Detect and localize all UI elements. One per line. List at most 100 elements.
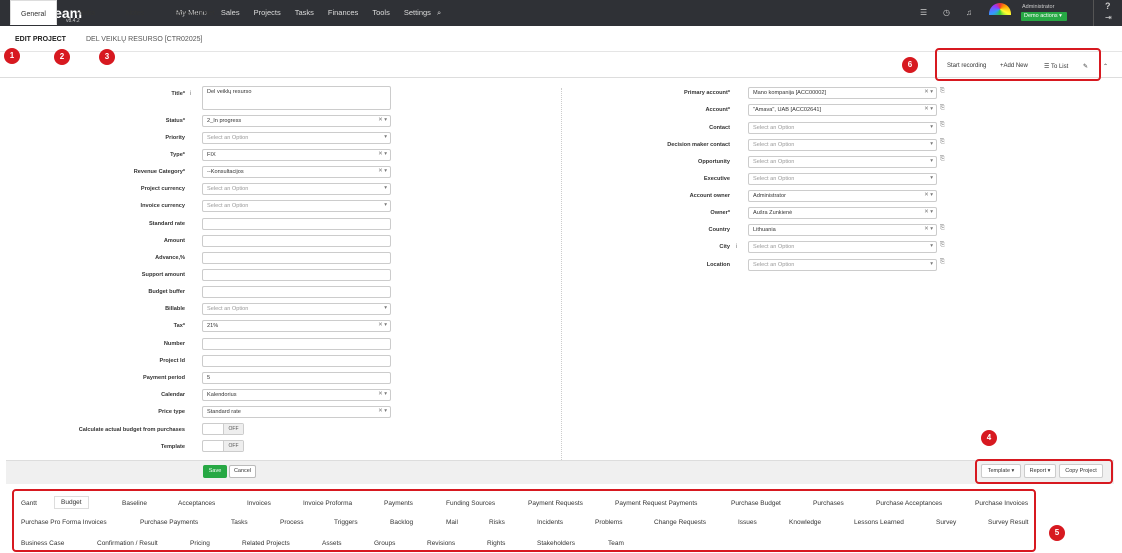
rel-tab-related-projects[interactable]: Related Projects xyxy=(242,540,290,547)
rel-tab-knowledge[interactable]: Knowledge xyxy=(789,519,821,526)
edit-icon[interactable]: ✎ xyxy=(1083,63,1088,70)
folder-icon[interactable]: ⎘ xyxy=(940,122,945,129)
tab-notes[interactable]: Notes xyxy=(126,0,144,25)
save-button[interactable]: Save xyxy=(203,465,227,478)
rel-tab-gantt[interactable]: Gantt xyxy=(21,500,37,507)
tab-media[interactable]: Media xyxy=(76,0,95,25)
decision-maker-select[interactable]: Select an Option ▾ xyxy=(748,139,937,151)
account-select[interactable]: "Amava", UAB [ACC02641] ✕ ▾ xyxy=(748,104,937,116)
type-select[interactable]: FIX ✕ ▾ xyxy=(202,149,391,161)
standard-rate-field[interactable] xyxy=(202,218,391,230)
city-select[interactable]: Select an Option ▾ xyxy=(748,241,937,253)
rel-tab-tasks[interactable]: Tasks xyxy=(231,519,248,526)
folder-icon[interactable]: ⎘ xyxy=(940,242,945,249)
rel-tab-team[interactable]: Team xyxy=(608,540,624,547)
cancel-button[interactable]: Cancel xyxy=(229,465,256,478)
rel-tab-payment-requests[interactable]: Payment Requests xyxy=(528,500,583,507)
rel-tab-payment-request-payments[interactable]: Payment Request Payments xyxy=(615,500,697,507)
folder-icon[interactable]: ⎘ xyxy=(940,88,945,95)
report-dropdown-button[interactable]: Report ▾ xyxy=(1024,464,1056,478)
tab-general[interactable]: General xyxy=(10,0,57,25)
rel-tab-acceptances[interactable]: Acceptances xyxy=(178,500,215,507)
account-owner-select[interactable]: Administrator ✕ ▾ xyxy=(748,190,937,202)
primary-account-select[interactable]: Mano kompanija [ACC00002] ✕ ▾ xyxy=(748,87,937,99)
rel-tab-purchase-pro-forma[interactable]: Purchase Pro Forma Invoices xyxy=(21,519,107,526)
rel-tab-business-case[interactable]: Business Case xyxy=(21,540,64,547)
clear-chevron-icon[interactable]: ✕ ▾ xyxy=(378,117,387,123)
rel-tab-lessons-learned[interactable]: Lessons Learned xyxy=(854,519,904,526)
budget-buffer-field[interactable] xyxy=(202,286,391,298)
rel-tab-revisions[interactable]: Revisions xyxy=(427,540,455,547)
folder-icon[interactable]: ⎘ xyxy=(940,259,945,266)
support-amount-field[interactable] xyxy=(202,269,391,281)
rel-tab-invoices[interactable]: Invoices xyxy=(247,500,271,507)
opportunity-select[interactable]: Select an Option ▾ xyxy=(748,156,937,168)
rel-tab-stakeholders[interactable]: Stakeholders xyxy=(537,540,575,547)
project-currency-select[interactable]: Select an Option ▾ xyxy=(202,183,391,195)
rel-tab-issues[interactable]: Issues xyxy=(738,519,757,526)
rel-tab-budget[interactable]: Budget xyxy=(54,496,89,509)
clear-chevron-icon[interactable]: ✕ ▾ xyxy=(378,391,387,397)
rel-tab-rights[interactable]: Rights xyxy=(487,540,505,547)
rel-tab-incidents[interactable]: Incidents xyxy=(537,519,563,526)
start-recording-button[interactable]: Start recording xyxy=(947,63,986,69)
rel-tab-funding-sources[interactable]: Funding Sources xyxy=(446,500,495,507)
clear-chevron-icon[interactable]: ✕ ▾ xyxy=(378,408,387,414)
nav-finances[interactable]: Finances xyxy=(328,8,358,18)
number-field[interactable] xyxy=(202,338,391,350)
folder-icon[interactable]: ⎘ xyxy=(940,105,945,112)
nav-sales[interactable]: Sales xyxy=(221,8,240,18)
rel-tab-baseline[interactable]: Baseline xyxy=(122,500,147,507)
rel-tab-change-requests[interactable]: Change Requests xyxy=(654,519,706,526)
location-select[interactable]: Select an Option ▾ xyxy=(748,259,937,271)
revenue-category-select[interactable]: --Konsultacijos ✕ ▾ xyxy=(202,166,391,178)
rel-tab-confirmation-result[interactable]: Confirmation / Result xyxy=(97,540,158,547)
clear-chevron-icon[interactable]: ✕ ▾ xyxy=(924,209,933,215)
add-new-button[interactable]: +Add New xyxy=(1000,63,1028,69)
title-field[interactable]: Del veiklų resurso xyxy=(202,86,391,110)
priority-select[interactable]: Select an Option ▾ xyxy=(202,132,391,144)
rel-tab-purchase-acceptances[interactable]: Purchase Acceptances xyxy=(876,500,942,507)
clear-chevron-icon[interactable]: ✕ ▾ xyxy=(924,106,933,112)
nav-tasks[interactable]: Tasks xyxy=(295,8,314,18)
rel-tab-groups[interactable]: Groups xyxy=(374,540,395,547)
tax-select[interactable]: 21% ✕ ▾ xyxy=(202,320,391,332)
folder-icon[interactable]: ⎘ xyxy=(940,225,945,232)
status-select[interactable]: 2_In progress ✕ ▾ xyxy=(202,115,391,127)
rel-tab-backlog[interactable]: Backlog xyxy=(390,519,413,526)
bell-icon[interactable]: ♫ xyxy=(966,8,972,17)
logout-icon[interactable]: ⇥ xyxy=(1105,13,1112,22)
clear-chevron-icon[interactable]: ✕ ▾ xyxy=(924,89,933,95)
rel-tab-invoice-proforma[interactable]: Invoice Proforma xyxy=(303,500,352,507)
rel-tab-purchase-invoices[interactable]: Purchase Invoices xyxy=(975,500,1028,507)
invoice-currency-select[interactable]: Select an Option ▾ xyxy=(202,200,391,212)
advance-field[interactable] xyxy=(202,252,391,264)
rel-tab-purchases[interactable]: Purchases xyxy=(813,500,844,507)
rel-tab-problems[interactable]: Problems xyxy=(595,519,622,526)
clock-icon[interactable]: ◷ xyxy=(943,8,950,17)
tab-spreadsheet[interactable]: Spreadsheet xyxy=(175,0,215,25)
clear-chevron-icon[interactable]: ✕ ▾ xyxy=(378,151,387,157)
template-dropdown-button[interactable]: Template ▾ xyxy=(981,464,1021,478)
template-toggle[interactable]: OFF xyxy=(202,440,244,452)
payment-period-field[interactable]: 5 xyxy=(202,372,391,384)
price-type-select[interactable]: Standard rate ✕ ▾ xyxy=(202,406,391,418)
calc-budget-toggle[interactable]: OFF xyxy=(202,423,244,435)
list-icon[interactable]: ☰ xyxy=(920,8,927,17)
demo-actions-button[interactable]: Demo actions ▾ xyxy=(1021,12,1067,21)
nav-tools[interactable]: Tools xyxy=(372,8,390,18)
help-icon[interactable]: ? xyxy=(1105,1,1111,11)
billable-select[interactable]: Select an Option ▾ xyxy=(202,303,391,315)
to-list-button[interactable]: ☰ To List xyxy=(1044,63,1068,70)
search-icon[interactable]: ⌕ xyxy=(437,8,441,18)
rel-tab-triggers[interactable]: Triggers xyxy=(334,519,358,526)
folder-icon[interactable]: ⎘ xyxy=(940,139,945,146)
folder-icon[interactable]: ⎘ xyxy=(940,156,945,163)
country-select[interactable]: Lithuania ✕ ▾ xyxy=(748,224,937,236)
rel-tab-purchase-payments[interactable]: Purchase Payments xyxy=(140,519,198,526)
nav-settings[interactable]: Settings xyxy=(404,8,431,18)
contact-select[interactable]: Select an Option ▾ xyxy=(748,122,937,134)
clear-chevron-icon[interactable]: ✕ ▾ xyxy=(378,322,387,328)
rel-tab-payments[interactable]: Payments xyxy=(384,500,413,507)
rel-tab-survey[interactable]: Survey xyxy=(936,519,956,526)
